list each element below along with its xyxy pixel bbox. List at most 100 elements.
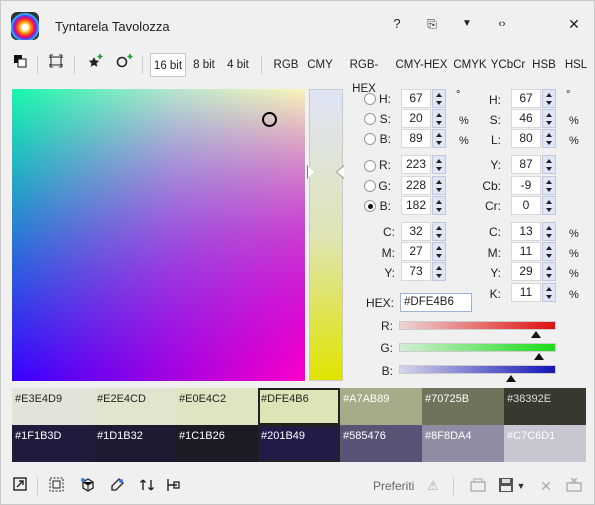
- hsl-l-unit: %: [569, 135, 579, 147]
- expand-icon[interactable]: ‹›: [491, 13, 513, 35]
- fit-screen-icon[interactable]: [45, 53, 67, 77]
- hsb-b-label: B:: [379, 132, 391, 146]
- swatch[interactable]: #1F1B3D: [12, 425, 94, 462]
- cmy-c-value[interactable]: 32: [401, 222, 431, 241]
- rgb-g-value[interactable]: 228: [401, 176, 431, 195]
- ycbcr-cb-value[interactable]: -9: [511, 176, 541, 195]
- app-window: Tyntarela Tavolozza ? ⎘ ▼ ‹› ✕ 16 bit 8 …: [0, 0, 595, 505]
- save-dropdown-icon[interactable]: ▼: [512, 477, 530, 495]
- slider-g-label: G:: [380, 341, 393, 355]
- swap-colors-icon[interactable]: [9, 53, 31, 77]
- swatch[interactable]: #DFE4B6: [258, 388, 340, 425]
- bit-16-button[interactable]: 16 bit: [150, 53, 186, 77]
- clear-all-icon[interactable]: [565, 477, 583, 495]
- hsb-s-label: S:: [379, 112, 391, 126]
- swatch[interactable]: #E2E4CD: [94, 388, 176, 425]
- swatch[interactable]: #E3E4D9: [12, 388, 94, 425]
- add-color-icon[interactable]: [113, 53, 137, 77]
- cmy-y-label: Y:: [384, 266, 395, 280]
- swatch[interactable]: #70725B: [422, 388, 504, 425]
- channel-strip[interactable]: [309, 89, 343, 381]
- swatch[interactable]: #1D1B32: [94, 425, 176, 462]
- cmyk-y-label: Y:: [490, 266, 501, 280]
- ycbcr-cr-label: Cr:: [485, 199, 501, 213]
- format-cmyk-button[interactable]: CMYK: [453, 53, 487, 77]
- close-icon[interactable]: ✕: [563, 13, 585, 35]
- toolbar-divider: [74, 56, 75, 74]
- hsl-h-unit: °: [566, 89, 571, 101]
- cmyk-m-unit: %: [569, 248, 579, 260]
- hsb-s-unit: %: [459, 115, 469, 127]
- hex-input[interactable]: #DFE4B6: [400, 293, 472, 312]
- slider-b-thumb[interactable]: [506, 375, 517, 382]
- slider-r-thumb[interactable]: [531, 331, 542, 338]
- color-field[interactable]: [12, 89, 305, 381]
- hsl-s-value[interactable]: 46: [511, 109, 541, 128]
- swatch[interactable]: #1C1B26: [176, 425, 258, 462]
- hsb-b-value[interactable]: 89: [401, 129, 431, 148]
- swatch[interactable]: #585476: [340, 425, 422, 462]
- hsl-l-label: L:: [490, 133, 501, 147]
- rgb-b-label: B:: [379, 199, 391, 213]
- ycbcr-y-label: Y:: [490, 158, 501, 172]
- delete-icon[interactable]: ✕: [537, 477, 555, 495]
- slider-r[interactable]: [399, 321, 556, 330]
- cmyk-k-value[interactable]: 11: [511, 283, 541, 302]
- swatch[interactable]: #201B49: [258, 425, 340, 462]
- slider-b-label: B:: [381, 364, 393, 378]
- format-hsb-button[interactable]: HSB: [530, 53, 558, 77]
- bit-4-button[interactable]: 4 bit: [223, 53, 253, 77]
- bit-8-button[interactable]: 8 bit: [190, 53, 218, 77]
- add-favorite-icon[interactable]: [85, 53, 107, 77]
- title-bar: Tyntarela Tavolozza ? ⎘ ▼ ‹› ✕: [1, 1, 595, 47]
- ycbcr-y-value[interactable]: 87: [511, 155, 541, 174]
- format-ycbcr-button[interactable]: YCbCr: [490, 53, 526, 77]
- ycbcr-cr-value[interactable]: 0: [511, 196, 541, 215]
- hsb-h-label: H:: [379, 92, 391, 106]
- slider-b[interactable]: [399, 365, 556, 374]
- expand-window-icon[interactable]: [11, 477, 29, 495]
- swatch[interactable]: #8F8DA4: [422, 425, 504, 462]
- cmyk-c-label: C:: [489, 225, 501, 239]
- hsb-h-value[interactable]: 67: [401, 89, 431, 108]
- warning-icon: ⚠: [427, 478, 439, 493]
- cmy-m-value[interactable]: 27: [401, 242, 431, 261]
- rgb-b-value[interactable]: 182: [401, 196, 431, 215]
- format-rgb-button[interactable]: RGB: [271, 53, 301, 77]
- cmyk-m-value[interactable]: 11: [511, 242, 541, 261]
- eyedropper-icon[interactable]: [108, 477, 126, 495]
- cmy-y-value[interactable]: 73: [401, 262, 431, 281]
- cmyk-y-value[interactable]: 29: [511, 262, 541, 281]
- swap-icon[interactable]: [138, 477, 156, 495]
- slider-g[interactable]: [399, 343, 556, 352]
- format-rgb-hex-button[interactable]: RGB-HEX: [338, 53, 390, 95]
- swatch[interactable]: #E0E4C2: [176, 388, 258, 425]
- clipboard-icon[interactable]: ⎘: [421, 13, 443, 35]
- hsb-h-unit: °: [456, 89, 461, 101]
- color-picker-cursor[interactable]: [262, 112, 277, 127]
- pin-tool-icon[interactable]: [164, 477, 182, 495]
- cmy-c-label: C:: [383, 225, 395, 239]
- format-cmy-hex-button[interactable]: CMY-HEX: [394, 53, 449, 77]
- hsb-b-unit: %: [459, 135, 469, 147]
- rgb-r-value[interactable]: 223: [401, 155, 431, 174]
- swatch[interactable]: #A7AB89: [340, 388, 422, 425]
- screen-picker-icon[interactable]: [47, 477, 65, 495]
- slider-g-thumb[interactable]: [534, 353, 545, 360]
- help-icon[interactable]: ?: [386, 13, 408, 35]
- bottom-bar: Preferiti ⚠ ▼ ✕: [1, 473, 595, 499]
- export-icon[interactable]: [469, 477, 487, 495]
- swatch[interactable]: #C7C6D1: [504, 425, 586, 462]
- cmyk-c-value[interactable]: 13: [511, 222, 541, 241]
- swatch[interactable]: #38392E: [504, 388, 586, 425]
- cube-tool-icon[interactable]: [79, 477, 97, 495]
- rgb-g-label: G:: [378, 179, 391, 193]
- hsl-s-unit: %: [569, 115, 579, 127]
- format-hsl-button[interactable]: HSL: [562, 53, 590, 77]
- dropdown-icon[interactable]: ▼: [456, 13, 478, 35]
- hsb-s-value[interactable]: 20: [401, 109, 431, 128]
- format-cmy-button[interactable]: CMY: [305, 53, 335, 77]
- hex-label: HEX:: [365, 296, 394, 310]
- hsl-h-value[interactable]: 67: [511, 89, 541, 108]
- hsl-l-value[interactable]: 80: [511, 129, 541, 148]
